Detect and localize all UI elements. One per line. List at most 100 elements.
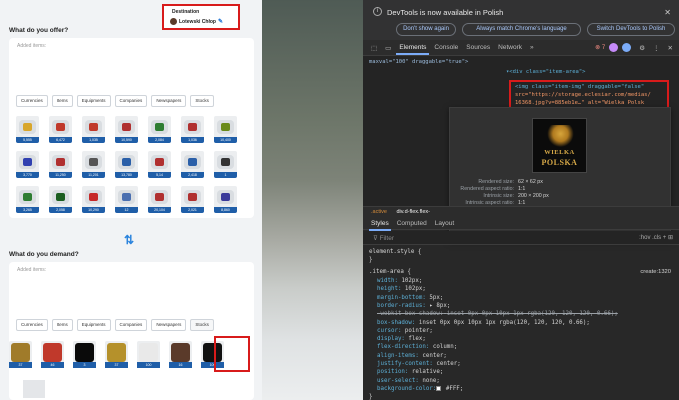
list-item[interactable]: 5,555 xyxy=(16,116,39,143)
offer-added-label: Added items: xyxy=(17,43,47,49)
css-declaration[interactable]: border-radius: ▸ 8px; xyxy=(377,302,450,310)
list-item[interactable]: 6,472 xyxy=(49,116,72,143)
list-item[interactable]: 8,860 xyxy=(214,186,237,213)
rule-selector[interactable]: .item-area { xyxy=(369,268,411,276)
color-swatch[interactable] xyxy=(436,385,442,391)
tab-styles[interactable]: Styles xyxy=(369,220,391,231)
tab-equipments[interactable]: Equipments xyxy=(76,319,111,331)
list-item[interactable]: 37 xyxy=(9,341,32,368)
list-item[interactable]: 11,250 xyxy=(49,151,72,178)
tab-currencies[interactable]: Currencies xyxy=(16,319,48,331)
css-declaration[interactable]: flex-direction: column; xyxy=(377,343,457,351)
list-item[interactable]: 46 xyxy=(41,341,64,368)
css-declaration[interactable]: position: relative; xyxy=(377,368,443,376)
menu-icon[interactable]: ⋮ xyxy=(653,44,660,52)
list-item[interactable]: 2,021 xyxy=(181,186,204,213)
item-amount: 11,250 xyxy=(49,172,72,178)
css-declaration[interactable]: cursor: pointer; xyxy=(377,327,433,335)
list-item[interactable]: 13,780 xyxy=(115,151,138,178)
destination-user[interactable]: Lotewski Chłop xyxy=(179,19,216,25)
code-line[interactable]: maxval="100" draggable="true"> xyxy=(369,58,468,66)
list-item[interactable]: 5,14 xyxy=(148,151,171,178)
filter-input[interactable]: ⊽ Filter xyxy=(373,234,394,242)
switch-language-button[interactable]: Switch DevTools to Polish xyxy=(587,23,675,36)
close-devtools-icon[interactable]: ✕ xyxy=(668,44,673,52)
tab-items[interactable]: Items xyxy=(51,95,73,107)
list-item[interactable]: 1,036 xyxy=(181,116,204,143)
list-item[interactable]: 1,035 xyxy=(82,116,105,143)
item-amount: 10,290 xyxy=(82,207,105,213)
css-declaration[interactable]: width: 102px; xyxy=(377,277,422,285)
tab-items[interactable]: Items xyxy=(51,319,73,331)
css-declaration[interactable]: justify-content: center; xyxy=(377,360,461,368)
tab-elements[interactable]: Elements xyxy=(396,44,430,55)
list-item[interactable]: 2,418 xyxy=(181,151,204,178)
tab-layout[interactable]: Layout xyxy=(435,220,455,227)
tab-network[interactable]: Network xyxy=(498,44,522,51)
close-icon[interactable]: ✕ xyxy=(664,8,671,17)
list-item[interactable]: 2,084 xyxy=(148,116,171,143)
tab-console[interactable]: Console xyxy=(434,44,458,51)
list-item[interactable]: 12 xyxy=(115,186,138,213)
list-item[interactable]: 16 xyxy=(169,341,192,368)
code-line[interactable]: ▾<div class="item-area"> xyxy=(506,68,585,76)
item-amount: 37 xyxy=(105,362,128,368)
tab-stocks[interactable]: Stocks xyxy=(190,95,214,107)
list-item[interactable]: 10,590 xyxy=(115,116,138,143)
list-item[interactable]: 37 xyxy=(105,341,128,368)
css-declaration[interactable]: align-items: center; xyxy=(377,352,447,360)
hov-cls-controls[interactable]: :hov .cls + ⊞ xyxy=(639,234,673,241)
tab-stocks[interactable]: Stocks xyxy=(190,319,214,331)
match-language-button[interactable]: Always match Chrome's language xyxy=(462,23,581,36)
css-declaration[interactable]: -webkit-box-shadow: inset 0px 0px 10px 1… xyxy=(377,310,618,318)
list-item[interactable]: 10,290 xyxy=(82,186,105,213)
error-count[interactable]: ⊗ 7 xyxy=(595,44,605,51)
edit-icon[interactable]: ✎ xyxy=(218,18,223,25)
item-image xyxy=(139,343,158,362)
demand-panel: Added items: Currencies Items Equipments Co… xyxy=(9,262,254,400)
dont-show-again-button[interactable]: Don't show again xyxy=(396,23,456,36)
css-declaration[interactable]: user-select: none; xyxy=(377,377,440,385)
tab-newspapers[interactable]: Newspapers xyxy=(151,95,187,107)
element-style[interactable]: element.style { xyxy=(369,248,421,256)
destination-box: Destination Lotewski Chłop ✎ xyxy=(162,4,240,30)
list-item[interactable]: 11,201 xyxy=(82,151,105,178)
list-item[interactable]: 3,770 xyxy=(16,151,39,178)
list-item[interactable]: 10,400 xyxy=(214,116,237,143)
css-declaration[interactable]: height: 102px; xyxy=(377,285,426,293)
css-declaration[interactable]: margin-bottom: 5px; xyxy=(377,294,443,302)
breadcrumb-item[interactable]: .active xyxy=(371,209,387,215)
list-item[interactable]: 100 xyxy=(137,341,160,368)
item-amount: 2,058 xyxy=(49,207,72,213)
item-icon xyxy=(184,155,201,169)
tab-currencies[interactable]: Currencies xyxy=(16,95,48,107)
item-amount: 8,860 xyxy=(214,207,237,213)
css-declaration[interactable]: display: flex; xyxy=(377,335,426,343)
tab-companies[interactable]: Companies xyxy=(114,319,148,331)
inspect-icon[interactable]: ⬚ xyxy=(371,44,377,52)
item-icon xyxy=(184,190,201,204)
list-item[interactable]: 1 xyxy=(214,151,237,178)
list-item[interactable]: 3,265 xyxy=(16,186,39,213)
tab-computed[interactable]: Computed xyxy=(397,220,427,227)
item-amount: 3,770 xyxy=(16,172,39,178)
more-tabs-icon[interactable]: » xyxy=(530,44,534,51)
profile-icon[interactable] xyxy=(622,43,632,52)
item-icon xyxy=(52,155,69,169)
list-item[interactable]: 20,104 xyxy=(148,186,171,213)
list-item[interactable]: 2,058 xyxy=(49,186,72,213)
css-declaration[interactable]: box-shadow: inset 0px 0px 10px 1px rgba(… xyxy=(377,319,590,327)
device-icon[interactable]: ▭ xyxy=(385,44,391,52)
rule-source-link[interactable]: create:1320 xyxy=(640,268,671,276)
swap-icon[interactable]: ⇅ xyxy=(124,233,134,247)
extension-icon[interactable] xyxy=(609,43,619,52)
tab-sources[interactable]: Sources xyxy=(466,44,490,51)
tab-equipments[interactable]: Equipments xyxy=(76,95,111,107)
settings-icon[interactable]: ⚙ xyxy=(639,44,645,52)
tab-companies[interactable]: Companies xyxy=(114,95,148,107)
list-item[interactable]: 3 xyxy=(73,341,96,368)
breadcrumb-item[interactable]: div.d-flex.flex- xyxy=(396,209,430,215)
tab-newspapers[interactable]: Newspapers xyxy=(151,319,187,331)
list-item[interactable] xyxy=(23,380,45,398)
css-declaration[interactable]: background-color: #FFF; xyxy=(377,385,463,393)
